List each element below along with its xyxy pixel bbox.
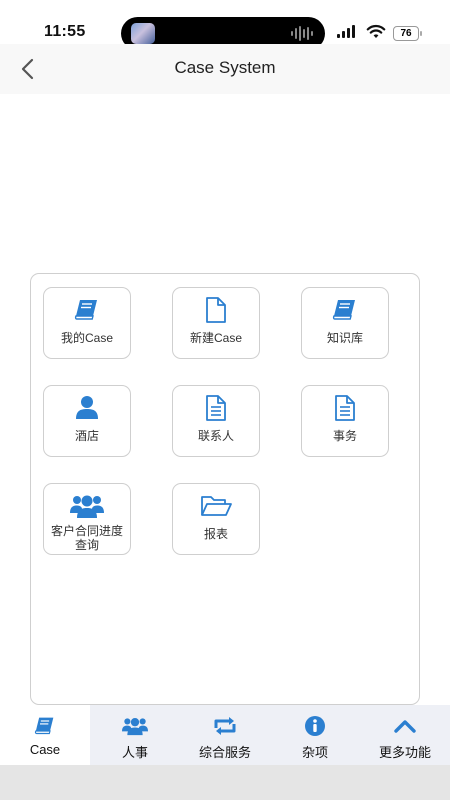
status-time: 11:55 [44, 23, 86, 40]
tile-label: 客户合同进度查询 [50, 524, 123, 552]
chevron-up-icon [394, 720, 416, 733]
tile-label: 我的Case [60, 331, 113, 345]
book-icon [332, 300, 355, 320]
wifi-icon [366, 24, 386, 38]
users-icon [70, 495, 104, 518]
tile-label: 联系人 [197, 429, 234, 443]
tab-label: 综合服务 [198, 745, 251, 760]
tile-affairs[interactable]: 事务 [301, 385, 389, 457]
tile-hotel[interactable]: 酒店 [43, 385, 131, 457]
document-icon [335, 395, 355, 421]
home-indicator-area [0, 765, 450, 800]
file-icon [206, 297, 226, 323]
tab-misc[interactable]: 杂项 [270, 705, 360, 765]
info-icon [305, 716, 325, 736]
tile-label: 知识库 [326, 331, 363, 345]
users-icon [122, 717, 148, 736]
tile-reports[interactable]: 报表 [172, 483, 260, 555]
retweet-icon [214, 717, 236, 735]
book-icon [74, 300, 97, 320]
tile-contacts[interactable]: 联系人 [172, 385, 260, 457]
tab-label: Case [29, 742, 61, 757]
tab-label: 人事 [121, 745, 148, 760]
tile-label: 新建Case [189, 331, 242, 345]
document-icon [206, 395, 226, 421]
tile-my-case[interactable]: 我的Case [43, 287, 131, 359]
signal-icon [337, 25, 355, 38]
folder-open-icon [201, 496, 232, 516]
tile-label: 事务 [332, 429, 357, 443]
nav-bar: Case System [0, 44, 450, 94]
tab-more[interactable]: 更多功能 [360, 705, 450, 765]
tile-new-case[interactable]: 新建Case [172, 287, 260, 359]
tab-case[interactable]: Case [0, 705, 90, 765]
tab-services[interactable]: 综合服务 [180, 705, 270, 765]
user-icon [76, 396, 98, 419]
tab-bar: Case 人事 综合服务 杂项 更多功能 [0, 705, 450, 765]
tile-knowledge-base[interactable]: 知识库 [301, 287, 389, 359]
page-title: Case System [174, 58, 276, 77]
tile-contract-progress[interactable]: 客户合同进度查询 [43, 483, 131, 555]
now-playing-thumbnail [131, 23, 155, 44]
tab-hr[interactable]: 人事 [90, 705, 180, 765]
tab-label: 更多功能 [378, 745, 431, 760]
battery-icon: 76 [393, 26, 422, 41]
tile-label: 酒店 [74, 429, 99, 443]
tile-label: 报表 [203, 527, 228, 541]
book-icon [34, 717, 54, 735]
tab-label: 杂项 [301, 745, 328, 760]
status-bar: 11:55 76 [0, 0, 450, 50]
audio-wave-icon [291, 26, 313, 41]
function-grid: 我的Case 新建Case 知识库 酒店 联系人 事务 客户合同进度查询 报表 [30, 273, 420, 705]
